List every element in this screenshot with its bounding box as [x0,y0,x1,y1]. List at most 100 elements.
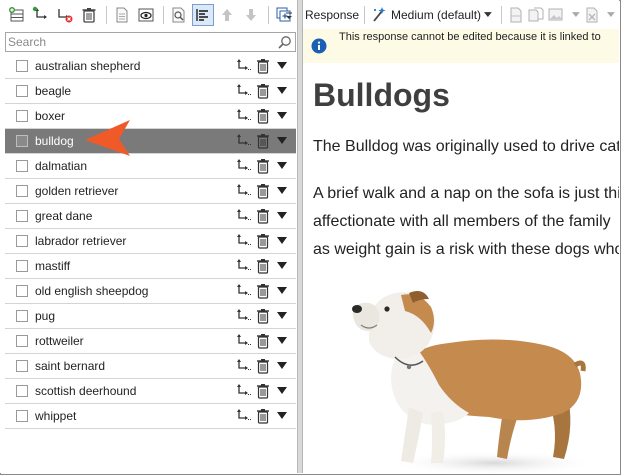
move-option-icon[interactable] [235,108,252,124]
delete-option-icon[interactable] [256,83,270,99]
option-menu-chevron-icon[interactable] [277,362,287,370]
move-option-icon[interactable] [235,158,252,174]
new-document-icon[interactable] [507,6,525,24]
document-icon[interactable] [111,4,133,26]
move-option-icon[interactable] [235,258,252,274]
delete-option-icon[interactable] [256,208,270,224]
option-menu-chevron-icon[interactable] [277,112,287,120]
add-row-icon[interactable] [6,4,28,26]
option-checkbox[interactable] [16,210,28,222]
option-row[interactable]: rottweiler [5,329,296,354]
option-menu-chevron-icon[interactable] [277,262,287,270]
chevron-down-icon[interactable] [484,12,492,18]
overflow-icon[interactable] [285,12,293,20]
delete-option-icon[interactable] [256,358,270,374]
move-option-icon[interactable] [235,83,252,99]
option-label: rottweiler [35,334,84,348]
image-icon[interactable] [548,6,566,24]
option-list: australian shepherd beagle boxer bulldog dal… [5,54,296,429]
search-document-icon[interactable] [168,4,190,26]
delete-option-icon[interactable] [256,183,270,199]
quality-wand-icon[interactable] [370,6,388,24]
delete-option-icon[interactable] [256,408,270,424]
option-checkbox[interactable] [16,110,28,122]
copy-document-icon[interactable] [527,6,545,24]
option-checkbox[interactable] [16,135,28,147]
delete-document-icon[interactable] [584,6,602,24]
delete-option-icon[interactable] [256,333,270,349]
move-option-icon[interactable] [235,308,252,324]
option-row[interactable]: beagle [5,79,296,104]
option-checkbox[interactable] [16,360,28,372]
option-checkbox[interactable] [16,310,28,322]
option-row[interactable]: old english sheepdog [5,279,296,304]
search-icon[interactable] [277,35,292,50]
option-row[interactable]: boxer [5,104,296,129]
move-option-icon[interactable] [235,183,252,199]
move-option-icon[interactable] [235,383,252,399]
move-icon[interactable] [30,4,52,26]
option-checkbox[interactable] [16,335,28,347]
move-option-icon[interactable] [235,133,252,149]
option-menu-chevron-icon[interactable] [277,387,287,395]
preview-icon[interactable] [135,4,157,26]
option-row[interactable]: dalmatian [5,154,296,179]
move-down-icon[interactable] [240,4,262,26]
option-row[interactable]: golden retriever [5,179,296,204]
option-checkbox[interactable] [16,185,28,197]
move-up-icon[interactable] [216,4,238,26]
option-row[interactable]: pug [5,304,296,329]
delete-option-icon[interactable] [256,383,270,399]
option-checkbox[interactable] [16,60,28,72]
option-menu-chevron-icon[interactable] [277,337,287,345]
option-menu-chevron-icon[interactable] [277,212,287,220]
move-option-icon[interactable] [235,358,252,374]
delete-option-icon[interactable] [256,308,270,324]
chevron-down-icon[interactable] [607,12,616,18]
move-option-icon[interactable] [235,233,252,249]
delete-option-icon[interactable] [256,283,270,299]
option-checkbox[interactable] [16,160,28,172]
option-menu-chevron-icon[interactable] [277,237,287,245]
option-menu-chevron-icon[interactable] [277,287,287,295]
delete-option-icon[interactable] [256,58,270,74]
delete-option-icon[interactable] [256,233,270,249]
option-row[interactable]: scottish deerhound [5,379,296,404]
move-option-icon[interactable] [235,58,252,74]
option-row[interactable]: mastiff [5,254,296,279]
remove-formatting-icon[interactable] [54,4,76,26]
option-menu-chevron-icon[interactable] [277,412,287,420]
option-menu-chevron-icon[interactable] [277,87,287,95]
delete-option-icon[interactable] [256,108,270,124]
option-menu-chevron-icon[interactable] [277,162,287,170]
move-option-icon[interactable] [235,333,252,349]
delete-option-icon[interactable] [256,258,270,274]
quality-dropdown[interactable]: Medium (default) [391,8,481,22]
option-row[interactable]: bulldog [5,129,296,154]
option-row[interactable]: australian shepherd [5,54,296,79]
option-row[interactable]: whippet [5,404,296,429]
search-input[interactable] [8,34,268,50]
move-option-icon[interactable] [235,283,252,299]
delete-option-icon[interactable] [256,158,270,174]
option-menu-chevron-icon[interactable] [277,62,287,70]
move-option-icon[interactable] [235,208,252,224]
option-checkbox[interactable] [16,85,28,97]
option-menu-chevron-icon[interactable] [277,137,287,145]
option-checkbox[interactable] [16,285,28,297]
option-menu-chevron-icon[interactable] [277,312,287,320]
delete-icon[interactable] [78,4,100,26]
option-menu-chevron-icon[interactable] [277,187,287,195]
chevron-down-icon[interactable] [571,12,580,18]
option-row[interactable]: saint bernard [5,354,296,379]
option-row[interactable]: labrador retriever [5,229,296,254]
notice-text: This response cannot be edited because i… [339,31,601,43]
move-option-icon[interactable] [235,408,252,424]
option-checkbox[interactable] [16,260,28,272]
option-checkbox[interactable] [16,385,28,397]
delete-option-icon[interactable] [256,133,270,149]
option-row[interactable]: great dane [5,204,296,229]
option-checkbox[interactable] [16,235,28,247]
align-left-icon[interactable] [192,4,214,26]
option-checkbox[interactable] [16,410,28,422]
